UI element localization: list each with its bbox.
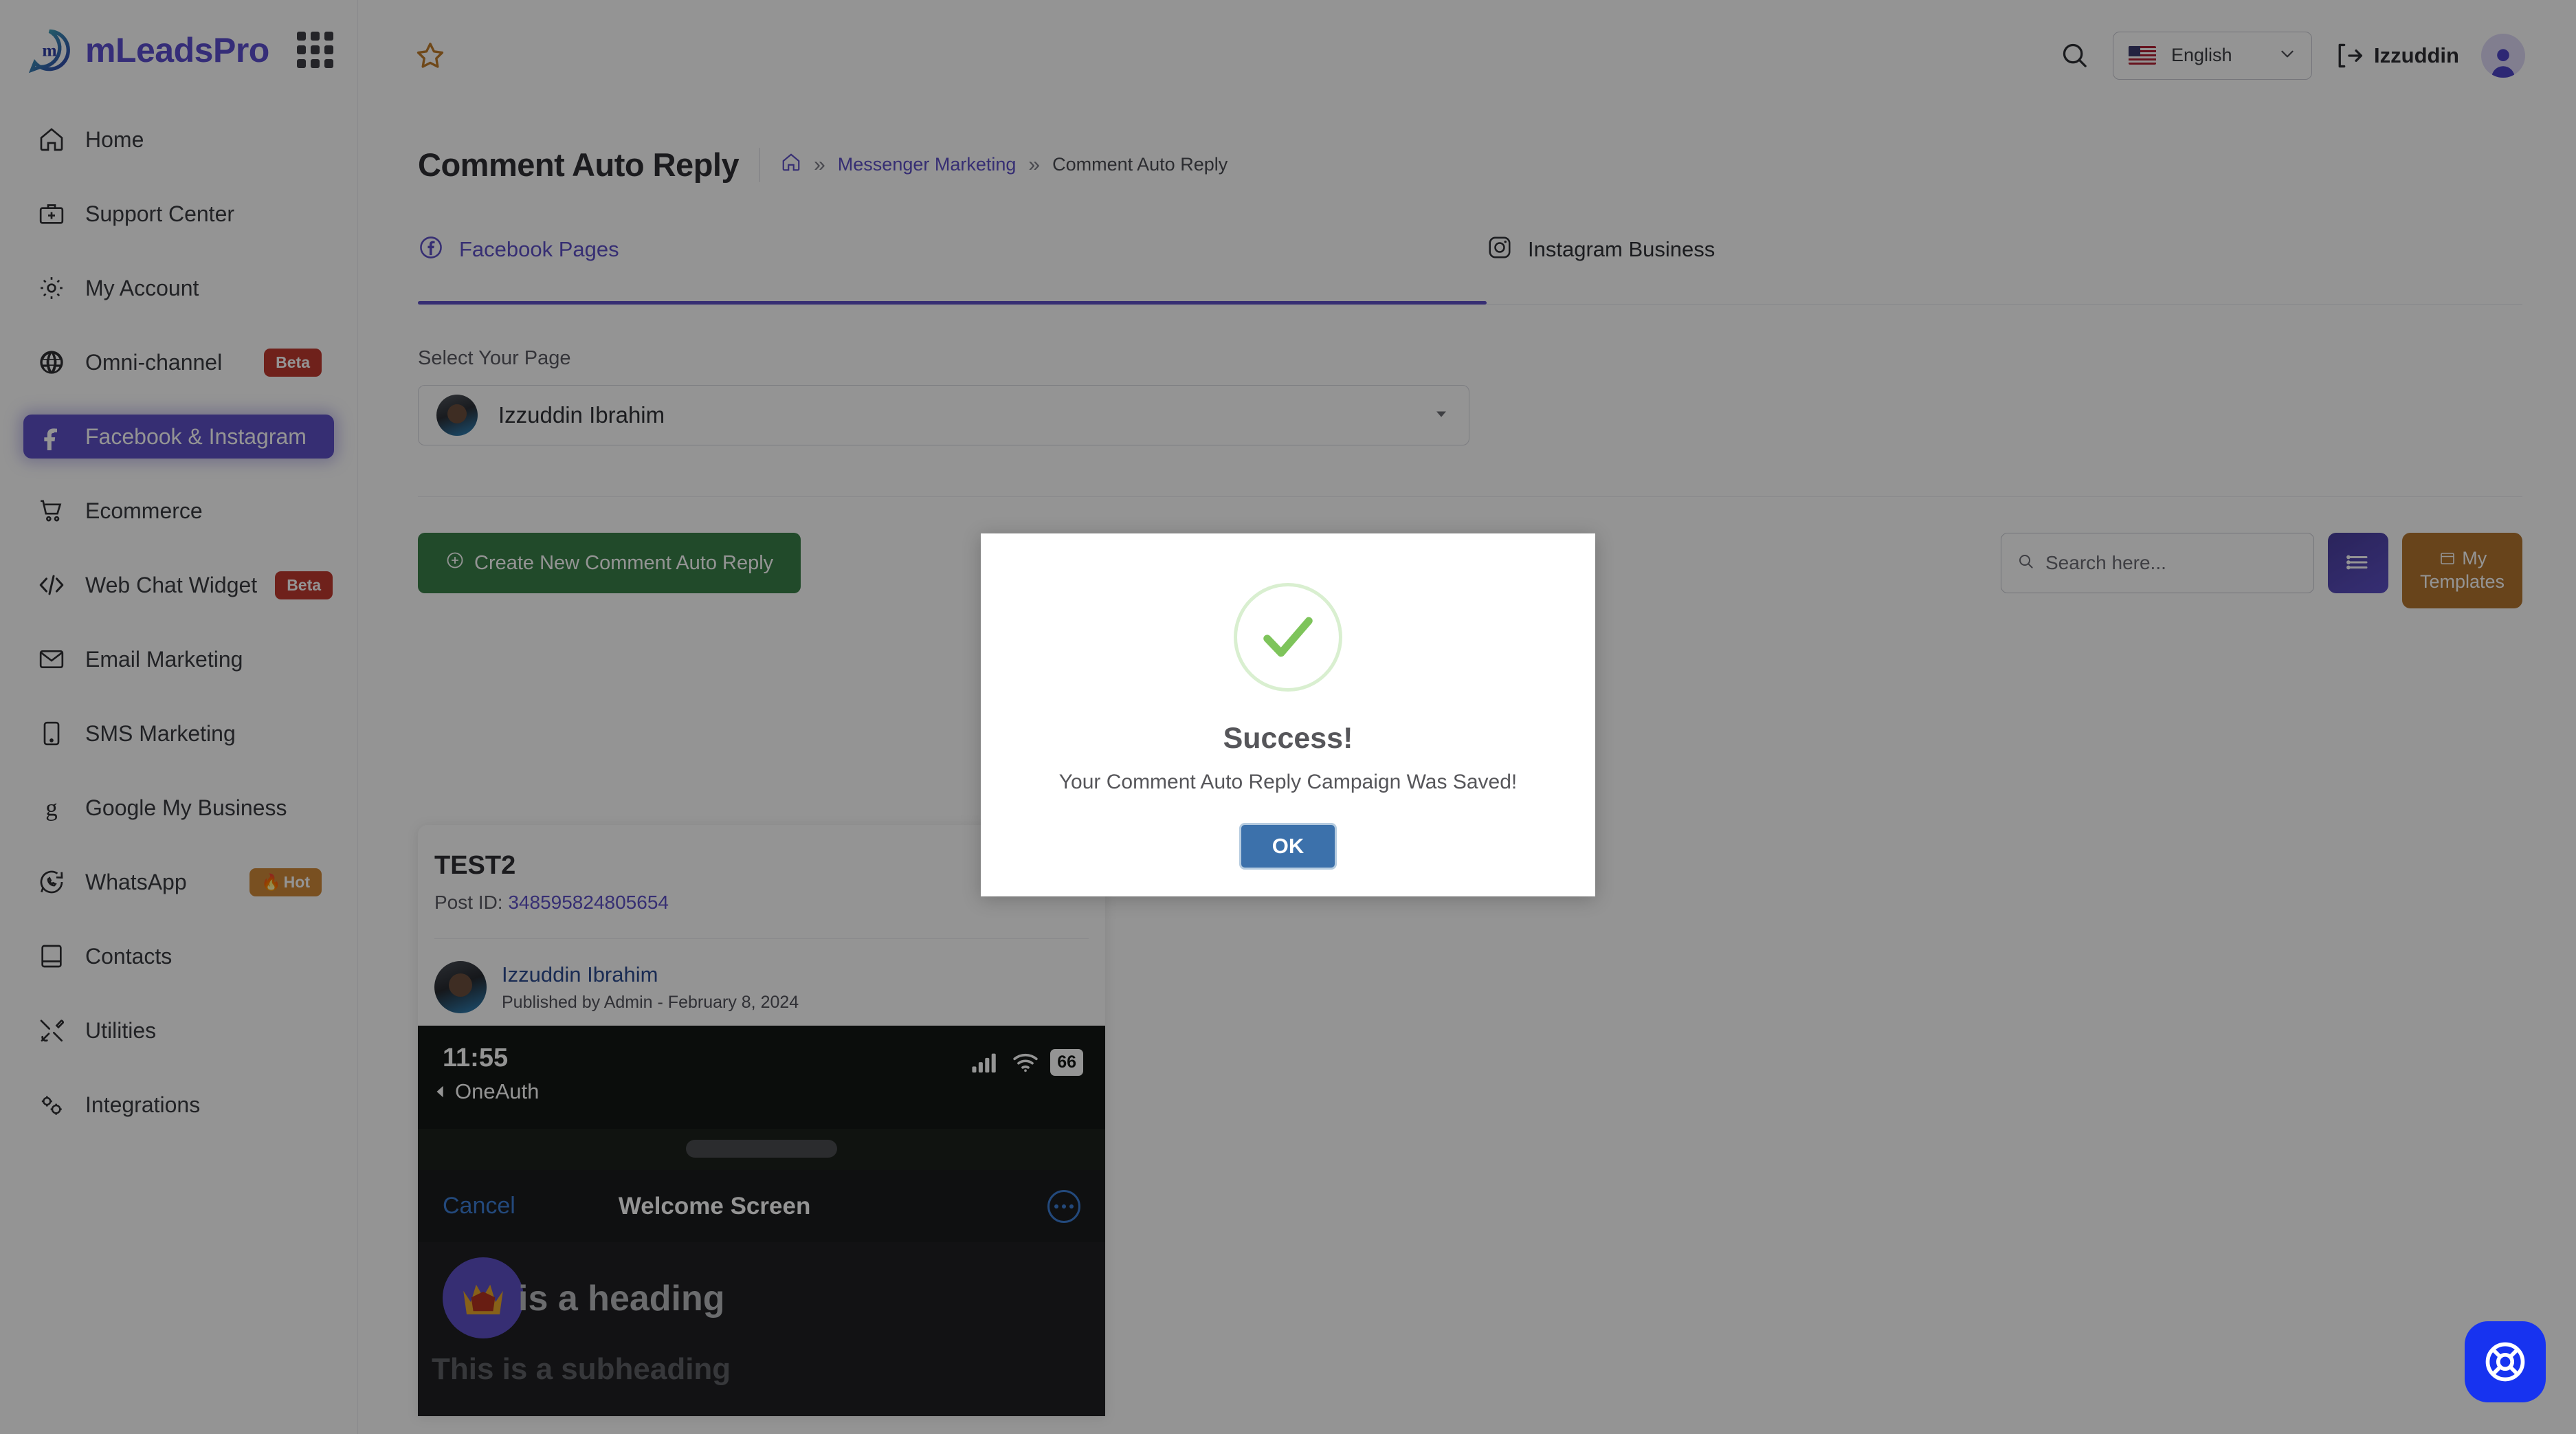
help-support-fab[interactable]: [2465, 1321, 2546, 1402]
success-modal: Success! Your Comment Auto Reply Campaig…: [981, 533, 1595, 896]
lifebuoy-icon: [2485, 1342, 2525, 1382]
app-root: m mLeadsPro Home Support Center My Accou…: [0, 0, 2576, 1434]
check-glyph: [1263, 617, 1313, 657]
modal-ok-button[interactable]: OK: [1239, 823, 1337, 870]
success-check-icon: [1234, 583, 1342, 692]
modal-title: Success!: [1223, 722, 1353, 755]
modal-message: Your Comment Auto Reply Campaign Was Sav…: [1058, 771, 1518, 793]
